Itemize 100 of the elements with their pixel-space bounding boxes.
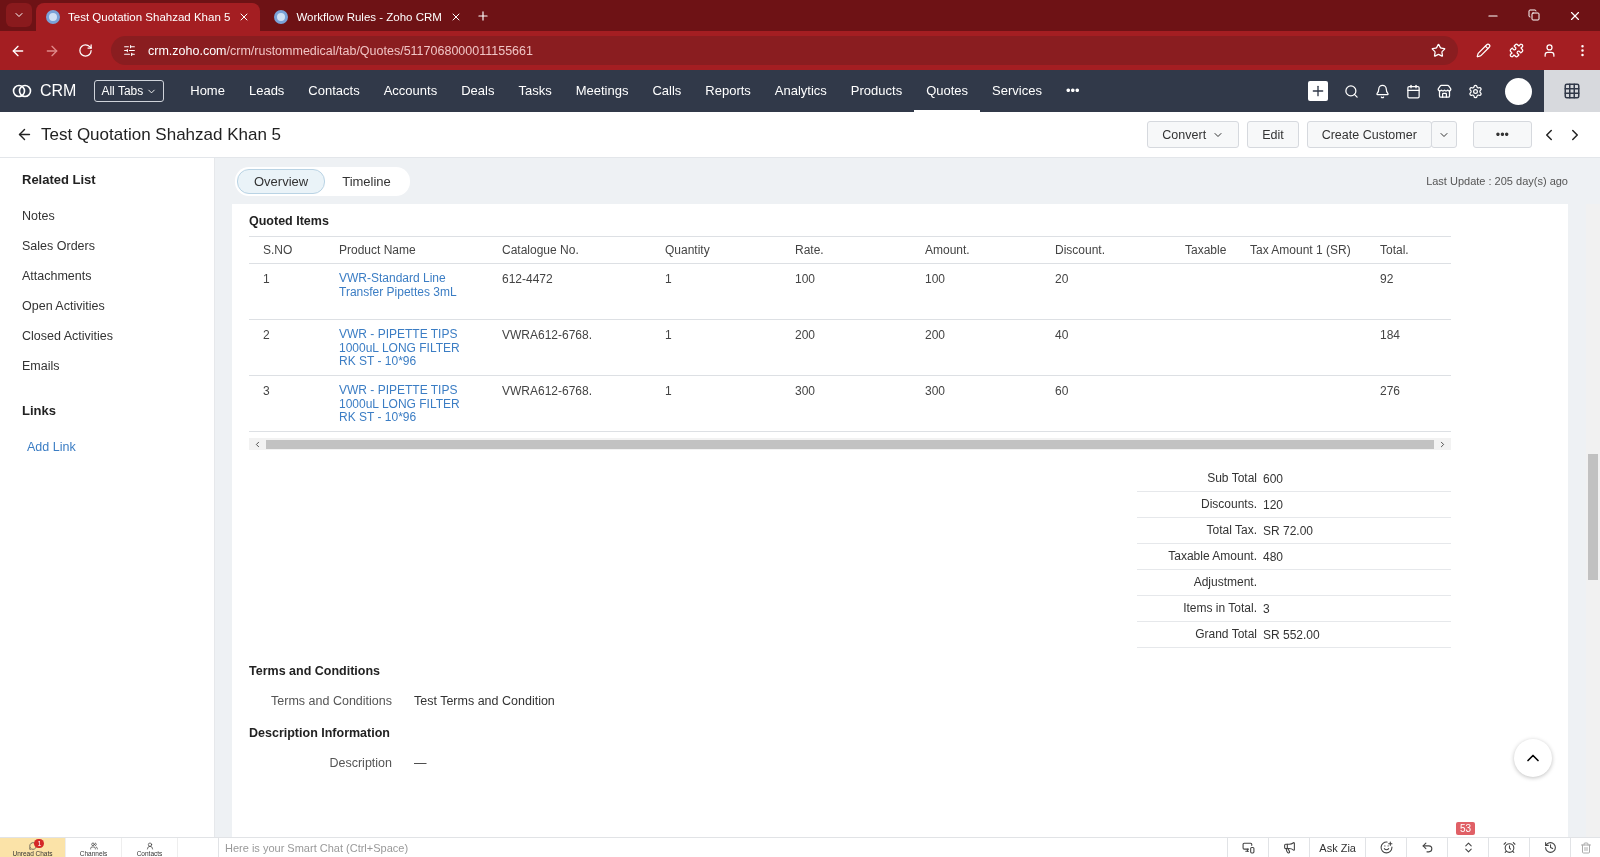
field-value: Test Terms and Condition — [414, 694, 555, 708]
settings-icon[interactable] — [1468, 83, 1483, 99]
calendar-icon[interactable] — [1406, 83, 1421, 99]
column-header: Catalogue No. — [488, 237, 651, 264]
column-header: Total. — [1366, 237, 1451, 264]
nav-tab[interactable]: Reports — [693, 70, 763, 112]
table-cell: 100 — [795, 272, 816, 286]
nav-tab[interactable]: Home — [178, 70, 237, 112]
related-list-item[interactable]: Emails — [22, 351, 214, 381]
summary-value: 120 — [1263, 498, 1284, 512]
browser-tab[interactable]: Test Quotation Shahzad Khan 5 — [36, 3, 261, 31]
nav-tab[interactable]: Services — [980, 70, 1054, 112]
crm-logo[interactable]: CRM — [12, 82, 77, 100]
scroll-left-icon[interactable] — [253, 439, 262, 449]
summary-value: 600 — [1263, 472, 1284, 486]
edit-button[interactable]: Edit — [1247, 121, 1299, 148]
table-cell: 20 — [1055, 272, 1069, 286]
undo-icon — [1420, 841, 1434, 854]
view-tab[interactable]: Timeline — [325, 168, 408, 194]
trash-icon — [1579, 841, 1592, 854]
bell-icon[interactable] — [1375, 83, 1390, 99]
nav-tab[interactable]: Tasks — [506, 70, 564, 112]
last-update-text: Last Update : 205 day(s) ago — [1426, 175, 1568, 187]
related-list-item[interactable]: Attachments — [22, 261, 214, 291]
nav-tab[interactable]: Contacts — [296, 70, 372, 112]
related-list-item[interactable]: Notes — [22, 201, 214, 231]
table-cell: 1 — [665, 272, 672, 286]
table-cell: VWRA612-6768. — [502, 384, 593, 398]
product-link[interactable]: VWR - PIPETTE TIPS 1000uL LONG FILTER RK ST - 10*96 — [339, 384, 476, 425]
column-header: Rate. — [781, 237, 911, 264]
add-icon[interactable] — [1308, 81, 1328, 101]
related-list-item[interactable]: Sales Orders — [22, 231, 214, 261]
section-heading: Related List — [22, 172, 97, 187]
table-cell: 1 — [665, 384, 672, 398]
table-cell: 612-4472 — [502, 272, 553, 286]
extensions-icon[interactable] — [1509, 43, 1524, 58]
nav-tab[interactable]: Meetings — [563, 70, 641, 112]
create-customer-button[interactable]: Create Customer — [1306, 121, 1432, 148]
smiley-icon — [1379, 841, 1393, 854]
view-tab[interactable]: Overview — [237, 168, 326, 194]
product-link[interactable]: VWR-Standard Line Transfer Pipettes 3mL — [339, 272, 476, 299]
address-bar[interactable]: crm.zoho.com/crm/rustommedical/tab/Quotes/5117068000011155661 — [111, 36, 1458, 65]
notification-badge: 53 — [1456, 822, 1476, 835]
summary-value: SR 72.00 — [1263, 524, 1314, 538]
person-icon — [145, 842, 154, 850]
summary-value: 3 — [1263, 602, 1270, 616]
tab-search-button[interactable] — [6, 3, 32, 27]
summary-label: Sub Total — [1207, 471, 1257, 485]
pen-icon[interactable] — [1476, 43, 1491, 58]
column-header: Quantity — [651, 237, 781, 264]
restore-icon[interactable] — [1528, 8, 1540, 21]
column-header: Taxable — [1171, 237, 1236, 264]
record-title: Test Quotation Shahzad Khan 5 — [41, 124, 282, 145]
avatar[interactable] — [1505, 77, 1532, 105]
nav-tab[interactable]: Analytics — [762, 70, 839, 112]
summary-label: Adjustment. — [1193, 575, 1257, 589]
table-cell: 184 — [1380, 328, 1401, 342]
horizontal-scrollbar[interactable] — [249, 438, 1451, 450]
browser-tab[interactable]: Workflow Rules - Zoho CRM — [264, 3, 472, 31]
summary-label: Items in Total. — [1183, 601, 1257, 615]
table-cell: 200 — [795, 328, 816, 342]
more-tabs-button[interactable]: ••• — [1053, 70, 1092, 112]
all-tabs-dropdown[interactable]: All Tabs — [94, 80, 165, 102]
column-header: Amount. — [911, 237, 1041, 264]
convert-button[interactable]: Convert — [1147, 121, 1240, 148]
nav-tab[interactable]: Deals — [449, 70, 507, 112]
nav-tab[interactable]: Products — [838, 70, 915, 112]
back-icon[interactable] — [16, 126, 33, 143]
nav-tab[interactable]: Accounts — [371, 70, 450, 112]
nav-tab[interactable]: Leads — [236, 70, 297, 112]
alarm-clock-icon — [1502, 841, 1516, 854]
table-cell: 3 — [263, 384, 270, 398]
column-header: Tax Amount 1 (SR) — [1236, 237, 1366, 264]
table-cell: 100 — [925, 272, 946, 286]
new-tab-icon[interactable] — [475, 9, 490, 23]
field-value: — — [414, 756, 427, 770]
store-icon[interactable] — [1437, 83, 1452, 99]
related-list-item[interactable]: Closed Activities — [22, 321, 214, 351]
megaphone-icon — [1282, 841, 1296, 854]
add-link[interactable]: Add Link — [27, 440, 214, 454]
product-link[interactable]: VWR - PIPETTE TIPS 1000uL LONG FILTER RK ST - 10*96 — [339, 328, 476, 369]
field-label: Description — [328, 756, 392, 770]
table-cell: 2 — [263, 328, 270, 342]
scroll-right-icon[interactable] — [1438, 439, 1447, 449]
table-cell: VWRA612-6768. — [502, 328, 593, 342]
site-settings-icon[interactable] — [123, 44, 136, 57]
nav-tab[interactable]: Calls — [640, 70, 694, 112]
search-icon[interactable] — [1344, 83, 1359, 99]
reload-icon[interactable] — [78, 43, 93, 58]
column-header: Product Name — [325, 237, 488, 264]
table-cell: 60 — [1055, 384, 1069, 398]
table-cell: 276 — [1380, 384, 1401, 398]
chat-bubble-icon — [28, 842, 37, 850]
more-button[interactable]: ••• — [1472, 121, 1532, 148]
profile-icon[interactable] — [1542, 43, 1557, 58]
summary-value: SR 552.00 — [1263, 628, 1320, 642]
column-header: S.NO — [249, 237, 325, 264]
apps-grid-button[interactable] — [1544, 70, 1600, 112]
related-list-item[interactable]: Open Activities — [22, 291, 214, 321]
bookmark-star-icon[interactable] — [1431, 43, 1446, 58]
